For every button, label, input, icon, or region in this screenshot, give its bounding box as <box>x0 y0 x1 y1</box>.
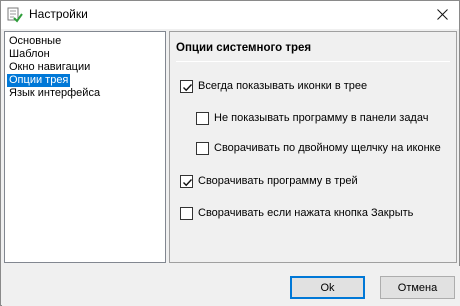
close-icon <box>436 8 448 20</box>
checkmark-icon <box>183 83 193 91</box>
checkbox-unchecked[interactable] <box>196 141 209 155</box>
settings-category-list[interactable]: Основные Шаблон Окно навигации Опции тре… <box>4 31 166 263</box>
nav-item-interface-language[interactable]: Язык интерфейса <box>7 87 102 100</box>
option-label: Сворачивать программу в трей <box>198 175 358 187</box>
option-label: Не показывать программу в панели задач <box>214 112 429 124</box>
option-minimize-on-double-click[interactable]: Сворачивать по двойному щелчку на иконке <box>196 140 441 156</box>
settings-checklist-icon <box>7 7 23 23</box>
option-hide-from-taskbar[interactable]: Не показывать программу в панели задач <box>196 110 428 126</box>
nav-item-tray-options[interactable]: Опции трея <box>7 74 71 87</box>
checkbox-unchecked[interactable] <box>180 206 193 220</box>
panel-title: Опции системного трея <box>176 42 312 54</box>
option-always-show-tray-icon[interactable]: Всегда показывать иконки в трее <box>180 78 367 94</box>
checkmark-icon <box>183 178 193 186</box>
title-bar[interactable]: Настройки <box>1 1 459 29</box>
tray-options-panel: Опции системного трея Всегда показывать … <box>169 31 457 263</box>
checkbox-checked[interactable] <box>180 79 193 93</box>
option-label: Всегда показывать иконки в трее <box>198 80 368 92</box>
ok-button[interactable]: Ok <box>290 276 365 299</box>
nav-item-template[interactable]: Шаблон <box>7 48 52 61</box>
settings-dialog: Настройки Основные Шаблон Окно навигации… <box>0 0 460 306</box>
option-minimize-to-tray[interactable]: Сворачивать программу в трей <box>180 173 358 189</box>
checkbox-unchecked[interactable] <box>196 111 209 125</box>
checkbox-checked[interactable] <box>180 174 193 188</box>
close-button[interactable] <box>429 3 455 25</box>
panel-divider <box>176 61 450 62</box>
nav-item-general[interactable]: Основные <box>7 35 63 48</box>
nav-item-navigation-window[interactable]: Окно навигации <box>7 61 92 74</box>
option-label: Сворачивать по двойному щелчку на иконке <box>214 142 441 154</box>
option-label: Сворачивать если нажата кнопка Закрыть <box>198 207 414 219</box>
option-minimize-on-close[interactable]: Сворачивать если нажата кнопка Закрыть <box>180 205 413 221</box>
cancel-button[interactable]: Отмена <box>380 276 455 299</box>
window-title: Настройки <box>29 7 88 21</box>
